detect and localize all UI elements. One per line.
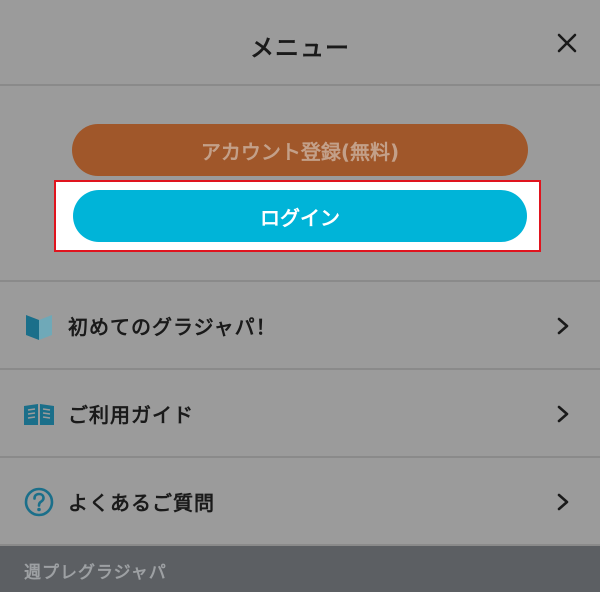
question-icon	[22, 486, 56, 518]
beginner-leaf-icon	[22, 310, 56, 342]
menu-item-guide[interactable]: ご利用ガイド	[0, 370, 600, 458]
menu-item-label: よくあるご質問	[68, 491, 215, 515]
section-header-label: 週プレグラジャパ	[24, 563, 167, 583]
book-icon	[22, 398, 56, 430]
menu-item-label: ご利用ガイド	[68, 403, 194, 427]
login-button[interactable]: ログイン	[73, 190, 527, 242]
close-icon	[557, 33, 577, 53]
register-button[interactable]: アカウント登録(無料)	[72, 124, 528, 176]
section-header-band: 週プレグラジャパ	[0, 546, 600, 592]
auth-section: アカウント登録(無料) ログイン	[0, 86, 600, 282]
menu-item-beginners[interactable]: 初めてのグラジャパ！	[0, 282, 600, 370]
menu-item-faq[interactable]: よくあるご質問	[0, 458, 600, 546]
chevron-right-icon	[556, 316, 570, 336]
menu-header: メニュー	[0, 0, 600, 86]
page-title: メニュー	[250, 34, 350, 62]
close-button[interactable]	[554, 30, 580, 56]
menu-item-label: 初めてのグラジャパ！	[68, 315, 277, 339]
login-highlight-box: ログイン	[54, 180, 541, 252]
chevron-right-icon	[556, 492, 570, 512]
chevron-right-icon	[556, 404, 570, 424]
